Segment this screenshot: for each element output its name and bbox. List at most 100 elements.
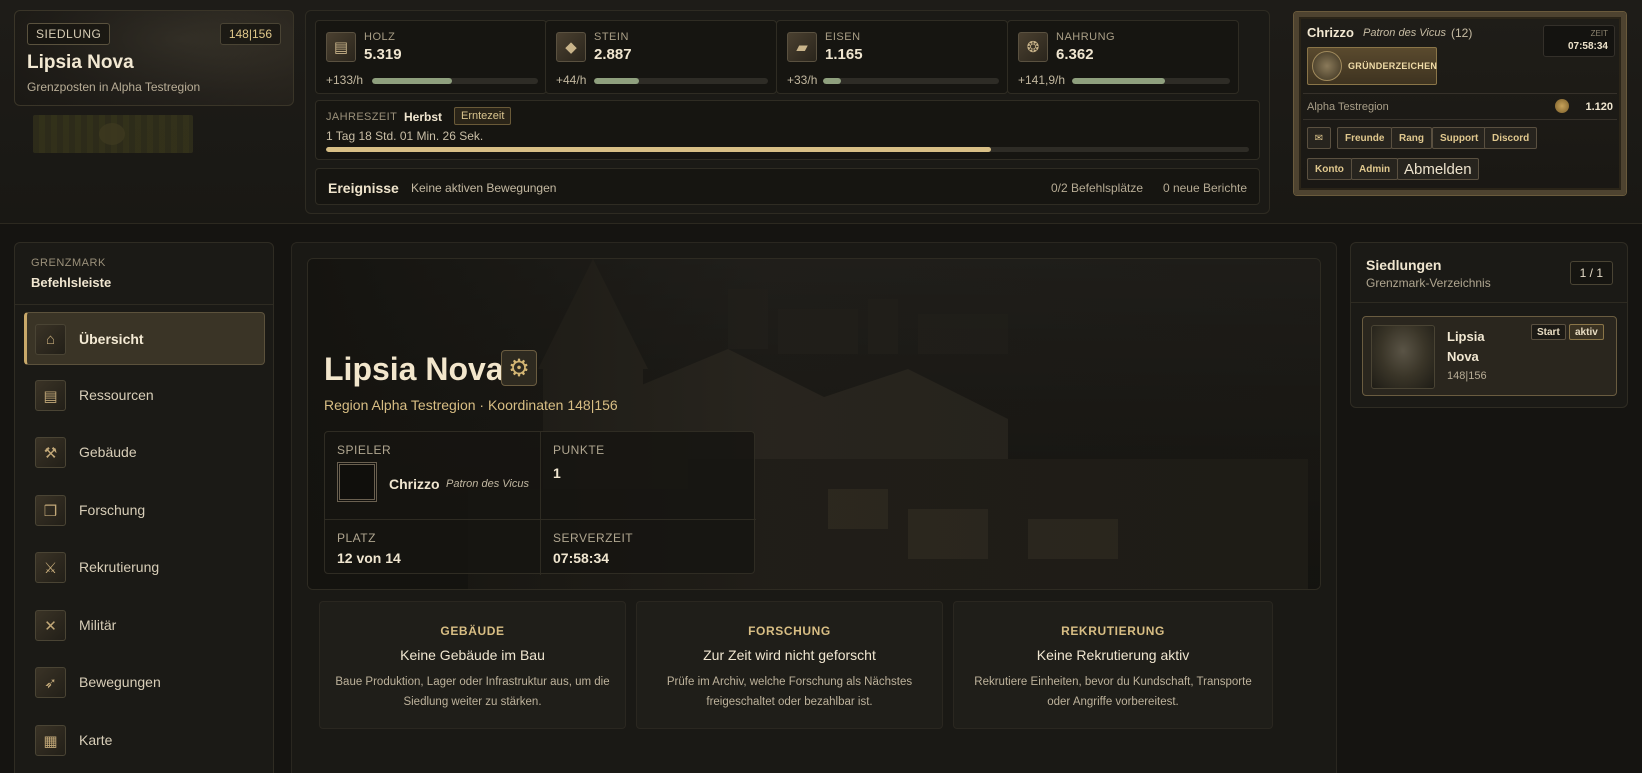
divider: [325, 519, 756, 520]
settlements-pagination: 1 / 1: [1569, 261, 1613, 285]
events-reports[interactable]: 0 neue Berichte: [1163, 181, 1247, 195]
sidebar-item-resources[interactable]: ▤ Ressourcen: [24, 369, 265, 422]
resource-bar: [594, 78, 768, 84]
stat-label: SERVERZEIT: [553, 531, 634, 545]
player-title: Patron des Vicus: [1363, 27, 1446, 39]
season-box: JAHRESZEIT Herbst Erntezeit 1 Tag 18 Std…: [315, 100, 1260, 160]
info-card-title: GEBÄUDE: [440, 624, 505, 638]
divider: [1303, 93, 1617, 94]
resource-bar: [1072, 78, 1230, 84]
resource-bar-fill: [1072, 78, 1166, 84]
stat-servertime: SERVERZEIT 07:58:34: [541, 520, 756, 589]
divider: [1303, 119, 1617, 120]
season-remaining: 1 Tag 18 Std. 01 Min. 26 Sek.: [326, 129, 484, 143]
player-frame: Chrizzo Patron des Vicus (12) ZEIT 07:58…: [1294, 12, 1626, 195]
sidebar-item-map[interactable]: ▦ Karte: [24, 714, 265, 767]
stat-label: SPIELER: [337, 443, 392, 457]
info-card-heading: Keine Rekrutierung aktiv: [1036, 647, 1190, 663]
player-level: (12): [1451, 26, 1473, 40]
settlements-panel: Siedlungen Grenzmark-Verzeichnis 1 / 1 L…: [1350, 242, 1628, 408]
resource-rate: +141,9/h: [1018, 73, 1066, 87]
sidebar-item-label: Karte: [79, 732, 113, 748]
avatar[interactable]: [337, 462, 377, 502]
mail-icon: ✉: [1314, 132, 1324, 144]
resource-iron: ▰ EISEN 1.165 +33/h: [776, 20, 1008, 94]
stat-label: PLATZ: [337, 531, 376, 545]
info-card-buildings[interactable]: GEBÄUDE Keine Gebäude im Bau Baue Produk…: [319, 601, 626, 729]
sidebar-item-label: Übersicht: [79, 331, 144, 347]
friends-button[interactable]: Freunde: [1337, 127, 1393, 149]
info-card-research[interactable]: FORSCHUNG Zur Zeit wird nicht geforscht …: [636, 601, 943, 729]
info-card-heading: Keine Gebäude im Bau: [400, 647, 545, 663]
clock-time: 07:58:34: [1567, 41, 1608, 52]
settlement-thumbnail: [1371, 325, 1435, 389]
info-card-recruitment[interactable]: REKRUTIERUNG Keine Rekrutierung aktiv Re…: [953, 601, 1273, 729]
info-card-heading: Zur Zeit wird nicht geforscht: [703, 647, 876, 663]
resource-bar: [372, 78, 538, 84]
stat-points: PUNKTE 1: [541, 432, 756, 503]
events-title: Ereignisse: [328, 180, 399, 196]
stats-grid: SPIELER Chrizzo Patron des Vicus PUNKTE …: [324, 431, 756, 575]
sidebar-item-overview[interactable]: ⌂ Übersicht: [24, 312, 265, 365]
settlement-list-coords: 148|156: [1447, 370, 1487, 382]
logout-button[interactable]: Abmelden: [1397, 158, 1479, 180]
player-coins: 1.120: [1585, 101, 1613, 113]
season-badge: Erntezeit: [454, 107, 512, 125]
sidebar-item-label: Ressourcen: [79, 387, 154, 403]
admin-button[interactable]: Admin: [1351, 158, 1399, 180]
settlement-subtitle: Grenzposten in Alpha Testregion: [27, 80, 201, 94]
resource-rate: +44/h: [556, 73, 587, 87]
account-button[interactable]: Konto: [1307, 158, 1352, 180]
banner-decoration: [33, 115, 193, 153]
sidebar-item-movements[interactable]: ➶ Bewegungen: [24, 656, 265, 709]
resource-value: 2.887: [594, 46, 632, 63]
book-icon: ❒: [35, 495, 66, 526]
recruit-icon: ⚔: [35, 552, 66, 583]
events-box[interactable]: Ereignisse Keine aktiven Bewegungen 0/2 …: [315, 168, 1260, 205]
player-name[interactable]: Chrizzo: [1307, 25, 1354, 40]
resource-bar-fill: [372, 78, 452, 84]
sidebar-item-military[interactable]: ✕ Militär: [24, 599, 265, 652]
rank-button[interactable]: Rang: [1391, 127, 1432, 149]
info-card-description: Rekrutiere Einheiten, bevor du Kundschaf…: [974, 676, 1252, 708]
founder-badge[interactable]: GRÜNDERZEICHEN: [1307, 47, 1437, 85]
stat-label: PUNKTE: [553, 443, 605, 457]
season-name: Herbst: [404, 110, 443, 124]
hero-subtitle: Region Alpha Testregion · Koordinaten 14…: [324, 397, 618, 413]
divider: [1351, 302, 1627, 303]
settlements-title: Siedlungen: [1366, 257, 1442, 273]
stat-player-name[interactable]: Chrizzo: [389, 476, 440, 492]
map-icon: ▦: [35, 725, 66, 756]
start-badge: Start: [1531, 324, 1566, 340]
resource-rate: +133/h: [326, 73, 364, 87]
sidebar-item-label: Rekrutierung: [79, 559, 160, 575]
gear-icon[interactable]: ⚙: [501, 350, 537, 386]
settlement-coords: 148|156: [219, 23, 281, 45]
info-cards: GEBÄUDE Keine Gebäude im Bau Baue Produk…: [307, 590, 1321, 768]
support-button[interactable]: Support: [1432, 127, 1487, 149]
stone-icon: ◆: [556, 32, 586, 62]
settlement-list-item[interactable]: Lipsia Nova 148|156 Start aktiv: [1362, 316, 1617, 396]
divider: [540, 432, 541, 575]
hammer-icon: ⚒: [35, 437, 66, 468]
founder-label: GRÜNDERZEICHEN: [1348, 61, 1438, 71]
main-content: Lipsia Nova ⚙ Region Alpha Testregion · …: [291, 242, 1337, 773]
settlement-card[interactable]: SIEDLUNG 148|156 Lipsia Nova Grenzposten…: [14, 10, 294, 106]
food-icon: ❂: [1018, 32, 1048, 62]
wood-icon: ▤: [326, 32, 356, 62]
info-card-description: Baue Produktion, Lager oder Infrastruktu…: [335, 676, 610, 708]
sidebar-item-recruitment[interactable]: ⚔ Rekrutierung: [24, 541, 265, 594]
crossed-swords-icon: ✕: [35, 610, 66, 641]
hero-title: Lipsia Nova: [324, 351, 504, 387]
sidebar-kicker: GRENZMARK: [31, 257, 106, 269]
stat-player-title: Patron des Vicus: [446, 478, 529, 490]
sidebar-item-buildings[interactable]: ⚒ Gebäude: [24, 426, 265, 479]
discord-button[interactable]: Discord: [1484, 127, 1538, 149]
sidebar-item-label: Bewegungen: [79, 674, 161, 690]
stat-value: 1: [553, 465, 561, 481]
clock: ZEIT 07:58:34: [1543, 25, 1615, 57]
events-slots: 0/2 Befehlsplätze: [1050, 181, 1143, 195]
medal-icon: [1312, 51, 1342, 81]
mail-button[interactable]: ✉: [1307, 127, 1331, 149]
sidebar-item-research[interactable]: ❒ Forschung: [24, 484, 265, 537]
